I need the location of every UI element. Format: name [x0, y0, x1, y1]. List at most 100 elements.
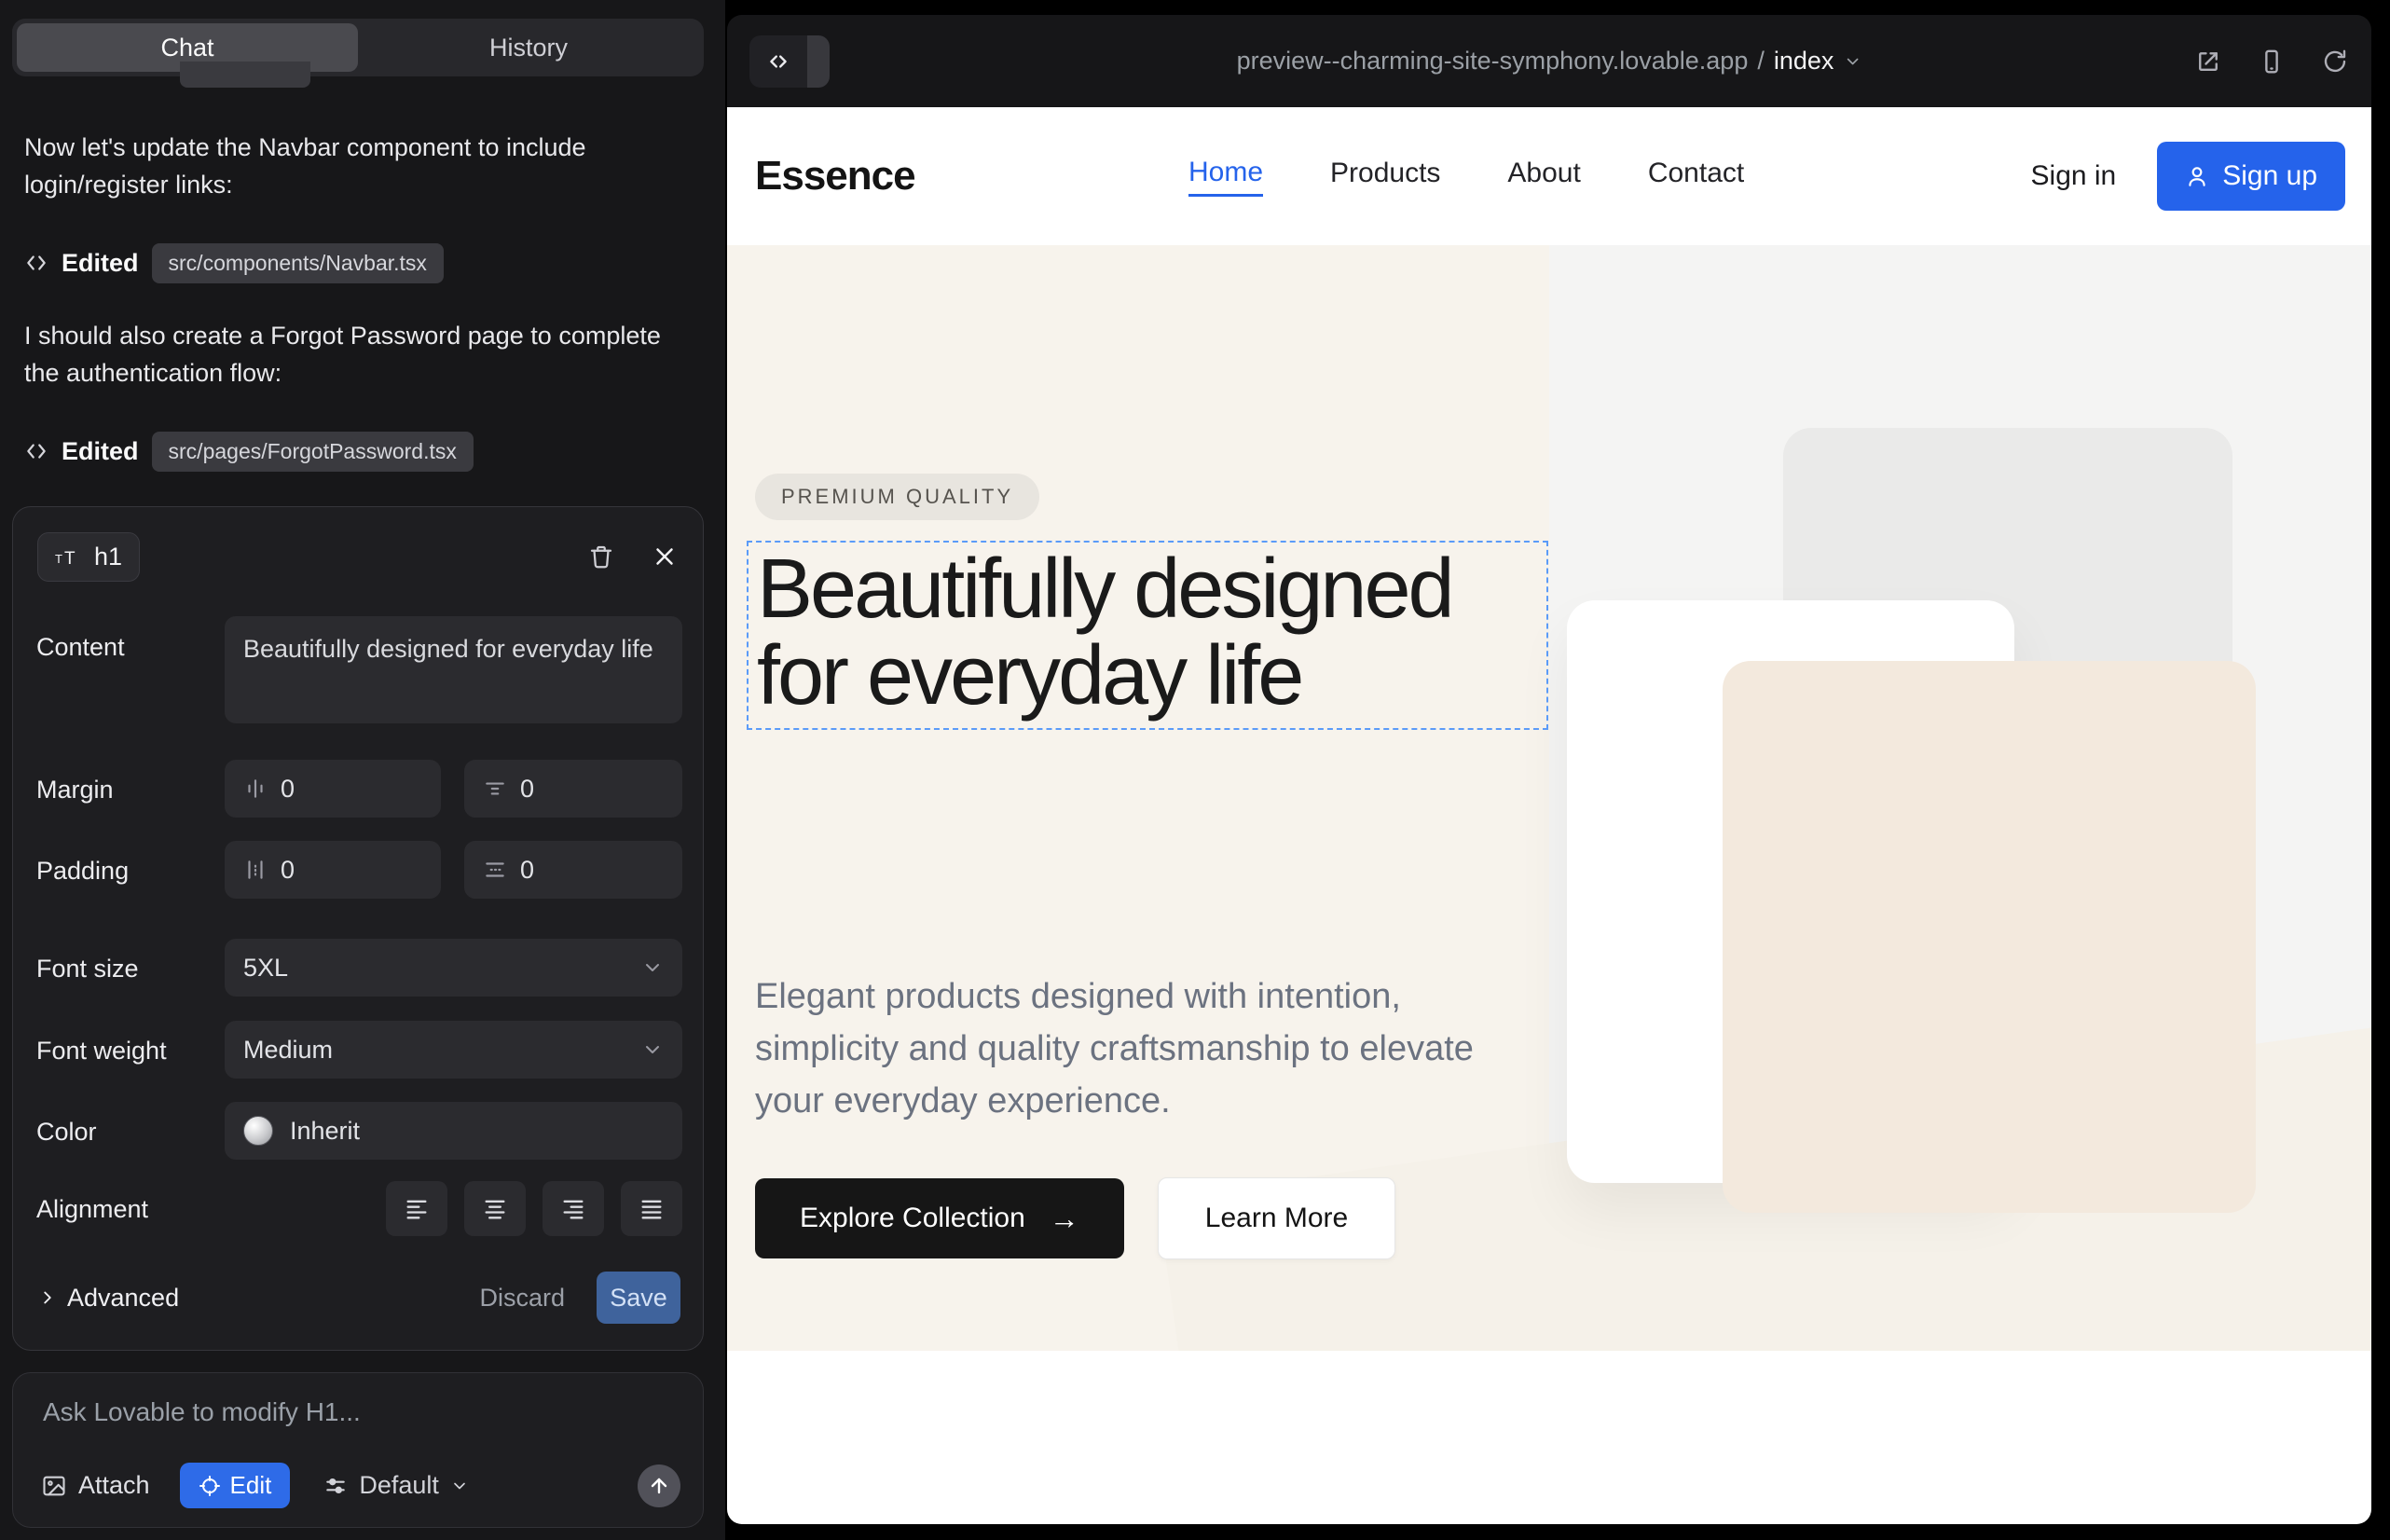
chevron-down-icon	[450, 1477, 469, 1495]
nav-link-contact[interactable]: Contact	[1648, 158, 1744, 195]
tab-history[interactable]: History	[358, 23, 699, 72]
attach-image-icon	[41, 1473, 67, 1499]
font-size-select[interactable]: 5XL	[225, 939, 682, 997]
panel-handle[interactable]	[807, 35, 830, 88]
sliders-icon	[323, 1474, 348, 1498]
editor-panel-footer: Advanced Discard Save	[37, 1270, 680, 1326]
composer-toolbar: Attach Edit Default	[41, 1463, 680, 1508]
code-icon	[24, 251, 48, 275]
nav-link-products[interactable]: Products	[1330, 158, 1440, 195]
edit-mode-label: Edit	[230, 1471, 272, 1500]
composer-input[interactable]	[43, 1397, 658, 1427]
chevron-down-icon	[641, 956, 664, 979]
explore-collection-label: Explore Collection	[800, 1203, 1025, 1234]
chat-sidebar: Chat History Now let's update the Navbar…	[0, 0, 725, 1540]
edited-label: Edited	[62, 249, 139, 278]
premium-quality-badge: PREMIUM QUALITY	[755, 474, 1039, 520]
edited-file-row: Edited src/components/Navbar.tsx	[24, 241, 444, 285]
padding-vertical-icon	[483, 858, 507, 882]
alignment-label: Alignment	[36, 1194, 148, 1224]
preview-actions	[2194, 48, 2349, 76]
edit-mode-button[interactable]: Edit	[180, 1463, 291, 1508]
preview-page-name: index	[1774, 47, 1834, 76]
chat-message: I should also create a Forgot Password p…	[24, 317, 686, 392]
code-icon	[24, 439, 48, 463]
edited-label: Edited	[62, 437, 139, 466]
explore-collection-button[interactable]: Explore Collection →	[755, 1178, 1124, 1258]
element-editor-panel: TT h1 Content Beautifully designed for e…	[12, 506, 704, 1351]
preview-url[interactable]: preview--charming-site-symphony.lovable.…	[1237, 47, 1862, 76]
site-header: Essence Home Products About Contact Sign…	[727, 107, 2371, 245]
margin-y-input[interactable]: 0	[464, 760, 682, 818]
chevron-down-icon	[641, 1038, 664, 1061]
code-icon	[749, 35, 807, 88]
preview-domain: preview--charming-site-symphony.lovable.…	[1237, 47, 1749, 76]
open-external-icon[interactable]	[2194, 48, 2222, 76]
color-value: Inherit	[290, 1117, 360, 1146]
hero-cta-row: Explore Collection → Learn More	[755, 1177, 1395, 1259]
content-label: Content	[36, 632, 125, 662]
send-button[interactable]	[638, 1464, 680, 1507]
refresh-icon[interactable]	[2321, 48, 2349, 76]
align-right-button[interactable]	[543, 1181, 604, 1236]
path-separator: /	[1757, 47, 1765, 76]
align-justify-button[interactable]	[621, 1181, 682, 1236]
learn-more-button[interactable]: Learn More	[1158, 1177, 1395, 1259]
sidebar-tabs: Chat History	[12, 19, 704, 76]
element-tag-label: h1	[94, 543, 122, 571]
color-select[interactable]: Inherit	[225, 1102, 682, 1160]
preview-pane: preview--charming-site-symphony.lovable.…	[725, 0, 2390, 1540]
h1-selection-outline[interactable]: Beautifully designed for everyday life	[747, 541, 1548, 730]
advanced-toggle[interactable]: Advanced	[37, 1284, 179, 1313]
mobile-view-icon[interactable]	[2258, 48, 2286, 76]
color-swatch	[243, 1116, 273, 1146]
svg-text:T: T	[64, 549, 76, 568]
file-chip[interactable]: src/pages/ForgotPassword.tsx	[152, 432, 474, 472]
chat-composer: Attach Edit Default	[12, 1372, 704, 1528]
margin-horizontal-icon	[243, 777, 268, 801]
sign-in-button[interactable]: Sign in	[2031, 160, 2117, 192]
type-icon: TT	[55, 545, 83, 568]
padding-x-input[interactable]: 0	[225, 841, 441, 899]
nav-link-home[interactable]: Home	[1188, 157, 1263, 197]
site-nav: Home Products About Contact	[1188, 157, 1744, 197]
font-size-value: 5XL	[243, 954, 288, 983]
chat-message: Now let's update the Navbar component to…	[24, 129, 686, 203]
font-weight-select[interactable]: Medium	[225, 1021, 682, 1079]
padding-y-input[interactable]: 0	[464, 841, 682, 899]
sign-up-button[interactable]: Sign up	[2157, 142, 2345, 211]
crosshair-icon	[199, 1475, 221, 1497]
arrow-right-icon: →	[1050, 1202, 1079, 1236]
nav-link-about[interactable]: About	[1507, 158, 1580, 195]
chevron-right-icon	[37, 1287, 58, 1308]
editor-panel-header: TT h1	[37, 528, 679, 585]
code-view-toggle[interactable]	[749, 35, 830, 88]
padding-label: Padding	[36, 856, 129, 886]
font-weight-label: Font weight	[36, 1036, 167, 1066]
file-chip[interactable]: src/components/Navbar.tsx	[152, 243, 444, 283]
site-logo[interactable]: Essence	[755, 153, 915, 199]
color-label: Color	[36, 1117, 97, 1147]
align-left-button[interactable]	[386, 1181, 447, 1236]
chevron-down-icon	[1843, 52, 1861, 71]
model-mode-select[interactable]: Default	[323, 1471, 469, 1500]
selected-element-chip[interactable]: TT h1	[37, 532, 140, 582]
attach-button[interactable]: Attach	[41, 1471, 150, 1500]
attach-label: Attach	[78, 1471, 150, 1500]
close-panel-button[interactable]	[651, 543, 679, 571]
padding-y-value: 0	[520, 856, 534, 885]
delete-element-button[interactable]	[587, 543, 615, 571]
advanced-label: Advanced	[67, 1284, 179, 1313]
align-center-button[interactable]	[464, 1181, 526, 1236]
save-button[interactable]: Save	[597, 1272, 680, 1324]
mode-label: Default	[359, 1471, 439, 1500]
content-textarea[interactable]: Beautifully designed for everyday life	[225, 616, 682, 723]
hero-title[interactable]: Beautifully designed for everyday life	[757, 546, 1546, 719]
discard-button[interactable]: Discard	[479, 1284, 565, 1313]
margin-x-value: 0	[281, 775, 295, 804]
scrolled-file-chip-fragment	[180, 62, 310, 88]
sign-up-label: Sign up	[2222, 160, 2317, 192]
svg-text:T: T	[55, 552, 62, 566]
margin-x-input[interactable]: 0	[225, 760, 441, 818]
site-preview: Essence Home Products About Contact Sign…	[727, 107, 2371, 1524]
